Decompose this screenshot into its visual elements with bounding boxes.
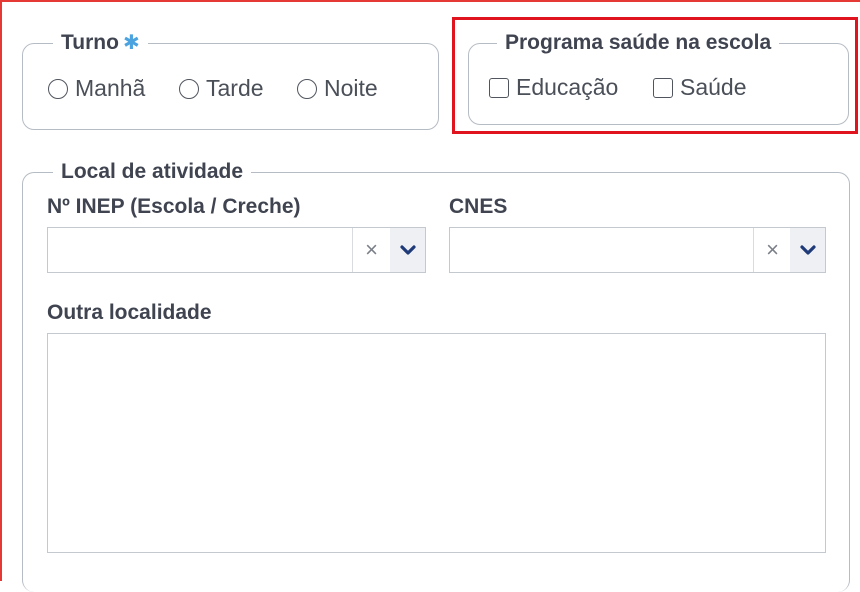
turno-legend-label: Turno <box>61 31 119 54</box>
radio-manha-label: Manhã <box>75 75 146 101</box>
local-legend: Local de atividade <box>53 159 252 185</box>
cnes-select[interactable]: × <box>449 227 826 273</box>
required-asterisk-icon: ✱ <box>122 32 140 54</box>
clear-icon[interactable]: × <box>352 228 390 272</box>
outra-localidade-textarea[interactable] <box>47 333 826 553</box>
radio-tarde[interactable]: Tarde <box>179 75 264 102</box>
turno-legend: Turno ✱ <box>53 30 148 56</box>
radio-noite[interactable]: Noite <box>297 75 378 102</box>
inep-label: Nº INEP (Escola / Creche) <box>47 195 301 218</box>
inep-select[interactable]: × <box>47 227 426 273</box>
outra-localidade-label: Outra localidade <box>47 301 212 324</box>
radio-circle-icon[interactable] <box>48 78 68 99</box>
chevron-down-icon[interactable] <box>390 228 425 272</box>
turno-fieldset: Turno ✱ Manhã Tarde Noite <box>22 30 439 130</box>
cnes-label: CNES <box>449 195 508 218</box>
local-legend-label: Local de atividade <box>61 160 244 183</box>
clear-icon[interactable]: × <box>753 228 791 272</box>
radio-circle-icon[interactable] <box>297 78 317 99</box>
radio-circle-icon[interactable] <box>179 78 199 99</box>
chevron-down-icon[interactable] <box>790 228 825 272</box>
radio-tarde-label: Tarde <box>206 75 264 101</box>
highlight-box <box>452 17 858 134</box>
radio-manha[interactable]: Manhã <box>48 75 145 102</box>
radio-noite-label: Noite <box>324 75 378 101</box>
